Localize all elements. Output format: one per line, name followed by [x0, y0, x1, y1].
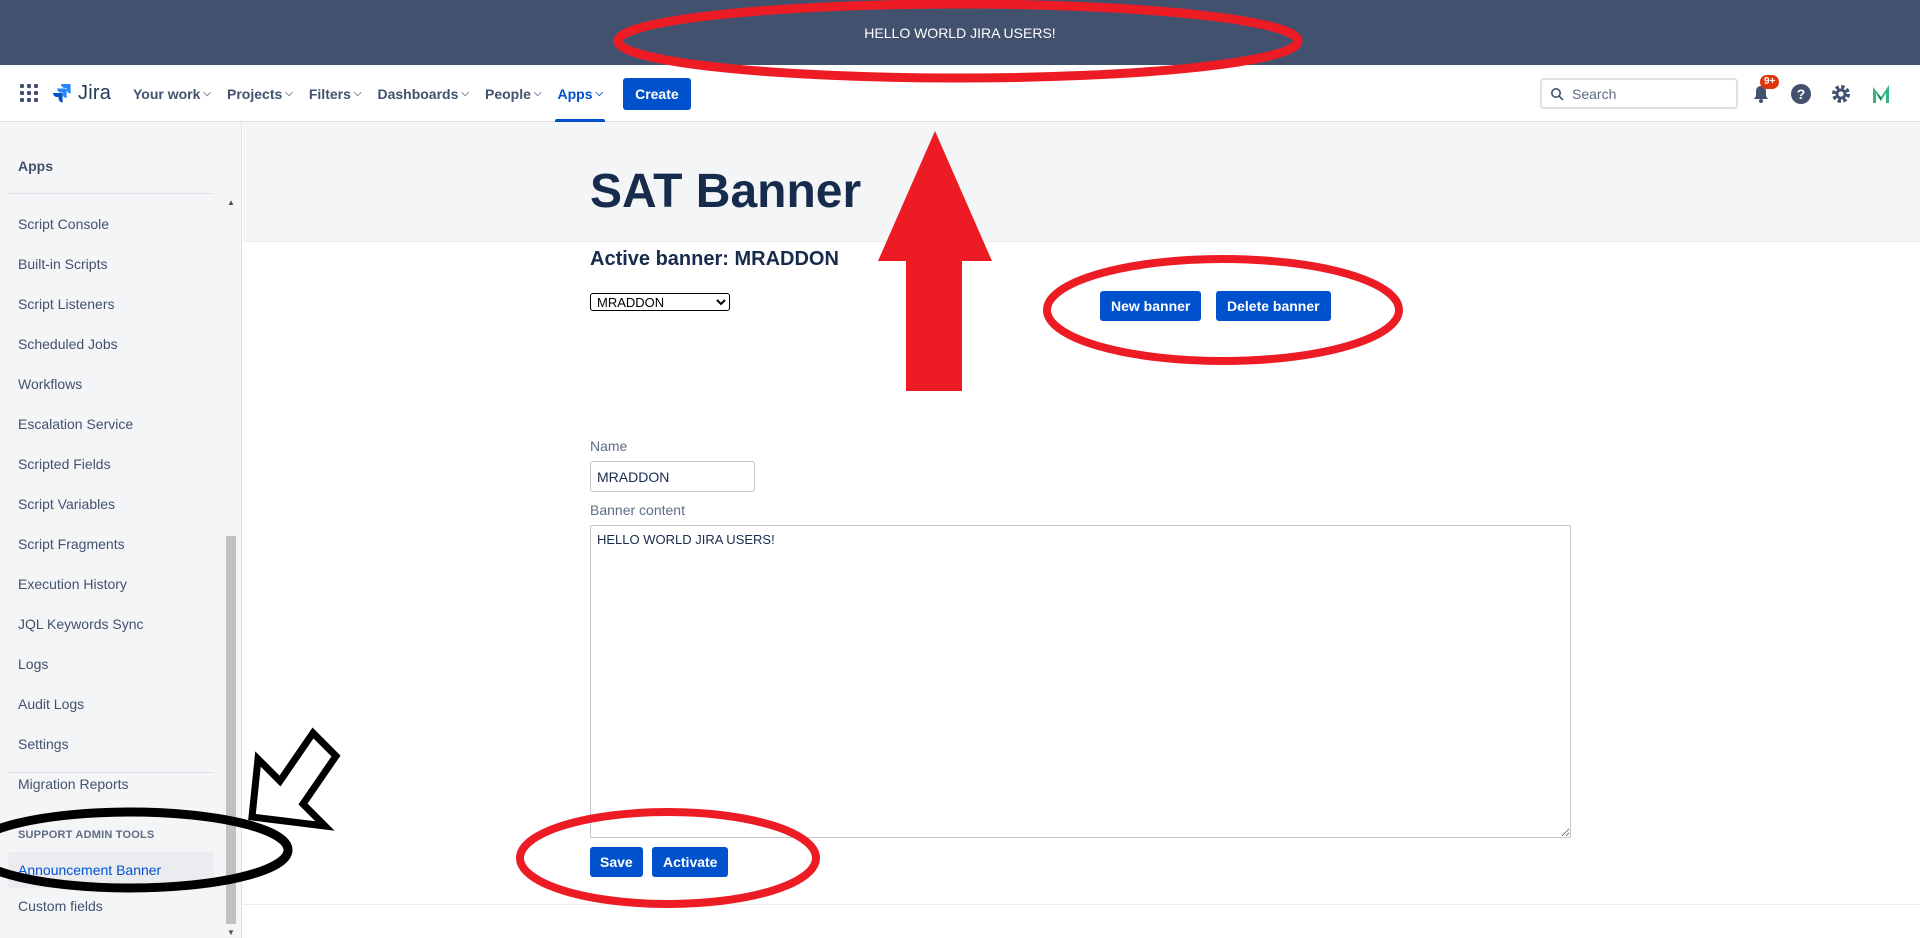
sidebar-divider [8, 772, 214, 773]
sidebar-item-scheduled-jobs[interactable]: Scheduled Jobs [0, 324, 222, 364]
banner-select[interactable]: MRADDON [590, 293, 730, 311]
settings-button[interactable] [1828, 81, 1854, 107]
save-button[interactable]: Save [590, 847, 643, 877]
sidebar-item-script-console[interactable]: Script Console [0, 204, 222, 244]
chevron-down-icon: ⌵ [285, 88, 293, 99]
jira-logo[interactable]: Jira [52, 82, 111, 105]
banner-content-textarea[interactable]: HELLO WORLD JIRA USERS! [590, 525, 1571, 838]
nav-label: Apps [557, 85, 593, 102]
sidebar-scrollbar[interactable]: ▲ ▼ [224, 196, 238, 938]
nav-apps[interactable]: Apps ⌵ [549, 65, 611, 122]
nav-label: Your work [133, 85, 201, 102]
search-input[interactable] [1572, 85, 1722, 102]
new-banner-button[interactable]: New banner [1100, 291, 1202, 321]
primary-nav: Your work ⌵ Projects ⌵ Filters ⌵ Dashboards… [125, 65, 691, 122]
top-right-icons: 9+ ? [1748, 75, 1894, 109]
help-button[interactable]: ? [1788, 81, 1814, 107]
activate-button[interactable]: Activate [652, 847, 729, 877]
scrollbar-thumb[interactable] [226, 536, 236, 924]
sidebar-item-logs[interactable]: Logs [0, 644, 222, 684]
scroll-up-arrow-icon[interactable]: ▲ [225, 196, 237, 208]
svg-text:?: ? [1797, 86, 1806, 102]
sidebar-item-scripted-fields[interactable]: Scripted Fields [0, 444, 222, 484]
chevron-down-icon: ⌵ [533, 88, 542, 99]
nav-projects[interactable]: Projects ⌵ [219, 65, 301, 122]
sidebar-item-settings[interactable]: Settings [0, 724, 222, 764]
jira-logo-icon [53, 83, 71, 103]
sidebar-title: Apps [18, 158, 53, 174]
avatar-icon [1873, 85, 1889, 103]
notifications-button[interactable]: 9+ [1748, 75, 1780, 107]
sidebar-item-migration-reports[interactable]: Migration Reports [0, 764, 222, 804]
notification-badge: 9+ [1760, 75, 1780, 89]
sidebar-divider [8, 193, 214, 194]
search-icon [1551, 87, 1564, 100]
sidebar-item-audit-logs[interactable]: Audit Logs [0, 684, 222, 724]
sidebar-list: Script Console Built-in Scripts Script L… [0, 204, 222, 804]
announcement-banner: HELLO WORLD JIRA USERS! [0, 0, 1920, 65]
sidebar-section-heading: SUPPORT ADMIN TOOLS [18, 829, 155, 841]
scroll-down-arrow-icon[interactable]: ▼ [225, 926, 237, 938]
profile-avatar[interactable] [1868, 81, 1894, 107]
help-icon: ? [1791, 84, 1811, 104]
sidebar-item-script-fragments[interactable]: Script Fragments [0, 524, 222, 564]
footer-divider [243, 904, 1920, 905]
sidebar: Apps Script Console Built-in Scripts Scr… [0, 122, 242, 938]
nav-label: People [484, 85, 531, 102]
announcement-text: HELLO WORLD JIRA USERS! [864, 24, 1056, 41]
app-switcher-icon[interactable] [20, 84, 38, 102]
sidebar-item-execution-history[interactable]: Execution History [0, 564, 222, 604]
nav-your-work[interactable]: Your work ⌵ [125, 65, 219, 122]
page-header: SAT Banner [243, 122, 1920, 242]
gear-icon [1832, 85, 1850, 103]
sidebar-item-script-variables[interactable]: Script Variables [0, 484, 222, 524]
chevron-down-icon: ⌵ [353, 88, 362, 99]
nav-label: Dashboards [377, 85, 459, 102]
page-title: SAT Banner [590, 165, 862, 218]
nav-label: Projects [227, 85, 283, 102]
main-content: SAT Banner Active banner: MRADDON MRADDO… [243, 122, 1920, 938]
sidebar-item-script-listeners[interactable]: Script Listeners [0, 284, 222, 324]
chevron-down-icon: ⌵ [461, 88, 469, 99]
logo-text: Jira [78, 82, 112, 104]
create-button[interactable]: Create [623, 77, 691, 110]
chevron-down-icon: ⌵ [203, 88, 212, 99]
name-label: Name [590, 438, 628, 454]
nav-dashboards[interactable]: Dashboards ⌵ [369, 65, 477, 122]
banner-content-label: Banner content [590, 502, 685, 518]
chevron-down-icon: ⌵ [595, 88, 604, 99]
nav-people[interactable]: People ⌵ [477, 65, 550, 122]
sidebar-item-custom-fields[interactable]: Custom fields [18, 898, 103, 914]
delete-banner-button[interactable]: Delete banner [1216, 291, 1331, 321]
sidebar-item-announcement-banner[interactable]: Announcement Banner [8, 852, 214, 888]
active-banner-heading: Active banner: MRADDON [590, 248, 839, 270]
search-box[interactable] [1540, 78, 1738, 109]
sidebar-item-built-in-scripts[interactable]: Built-in Scripts [0, 244, 222, 284]
sidebar-item-jql-keywords-sync[interactable]: JQL Keywords Sync [0, 604, 222, 644]
nav-label: Filters [308, 85, 351, 102]
top-navigation: Jira Your work ⌵ Projects ⌵ Filters ⌵ Dashb… [0, 65, 1920, 122]
sidebar-item-escalation-service[interactable]: Escalation Service [0, 404, 222, 444]
sidebar-item-workflows[interactable]: Workflows [0, 364, 222, 404]
nav-filters[interactable]: Filters ⌵ [301, 65, 370, 122]
name-input[interactable] [590, 461, 755, 492]
